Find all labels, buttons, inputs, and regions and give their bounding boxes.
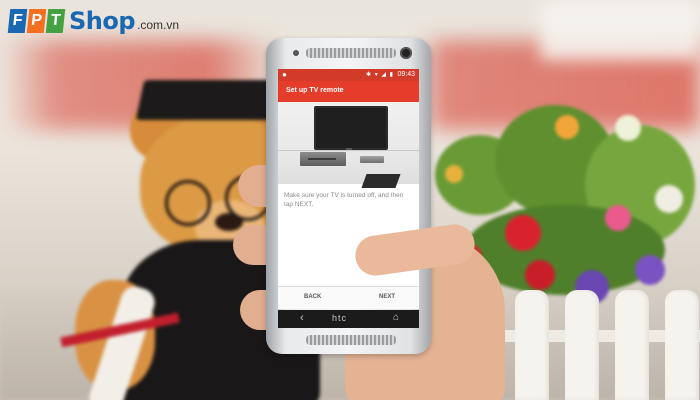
orange-flower (445, 165, 463, 183)
fence-slat (615, 290, 649, 400)
htc-phone: ● ✱ ▾ ◢ ▮ 09:43 Set up TV remote Make su… (266, 38, 431, 354)
white-flower (615, 115, 641, 141)
status-icons: ✱ ▾ ◢ ▮ (366, 72, 394, 78)
front-camera (400, 47, 412, 59)
front-speaker-top (306, 48, 396, 58)
remote-icon (361, 174, 401, 188)
set-top-box-icon (360, 156, 384, 163)
fence-slat (565, 290, 599, 400)
logo-letter-p: P (26, 9, 47, 33)
red-flower (505, 215, 541, 251)
htc-logo: htc (332, 313, 348, 323)
app-notification-icon: ● (282, 70, 287, 79)
next-button[interactable]: NEXT (379, 294, 395, 300)
status-time: 09:43 (397, 71, 415, 78)
purple-flower (635, 255, 665, 285)
logo-letter-t: T (45, 9, 66, 33)
bear-glasses-left (165, 180, 211, 226)
hardware-back-icon[interactable]: ‹ (300, 312, 304, 324)
logo-word-shop: Shop (69, 7, 136, 35)
back-button[interactable]: BACK (304, 294, 321, 300)
background-light-blur (540, 0, 700, 60)
photo-scene: ● ✱ ▾ ◢ ▮ 09:43 Set up TV remote Make su… (0, 0, 700, 400)
red-flower (525, 260, 555, 290)
logo-letter-f: F (7, 9, 28, 33)
instruction-text: Make sure your TV is turned off, and the… (284, 192, 404, 208)
fence-slat (665, 290, 699, 400)
white-flower (655, 185, 683, 213)
screen-title: Set up TV remote (286, 87, 344, 94)
av-receiver-icon (300, 152, 346, 166)
pink-flower (605, 205, 631, 231)
orange-flower (555, 115, 579, 139)
status-bar: ● ✱ ▾ ◢ ▮ 09:43 (278, 69, 419, 81)
front-speaker-bottom (306, 335, 396, 345)
proximity-sensor (293, 50, 299, 56)
app-title-bar: Set up TV remote (278, 81, 419, 102)
wizard-nav: BACK NEXT (278, 286, 419, 309)
tv-setup-illustration (278, 102, 419, 188)
hardware-button-bar: ‹ htc ⌂ (278, 310, 419, 328)
logo-domain: .com.vn (137, 18, 180, 32)
fptshop-logo: F P T Shop .com.vn (7, 6, 180, 36)
fence-slat (515, 290, 549, 400)
phone-screen: ● ✱ ▾ ◢ ▮ 09:43 Set up TV remote Make su… (278, 69, 419, 309)
tv-icon (314, 106, 388, 150)
hardware-home-icon[interactable]: ⌂ (393, 312, 399, 323)
shelf-line (278, 150, 419, 151)
